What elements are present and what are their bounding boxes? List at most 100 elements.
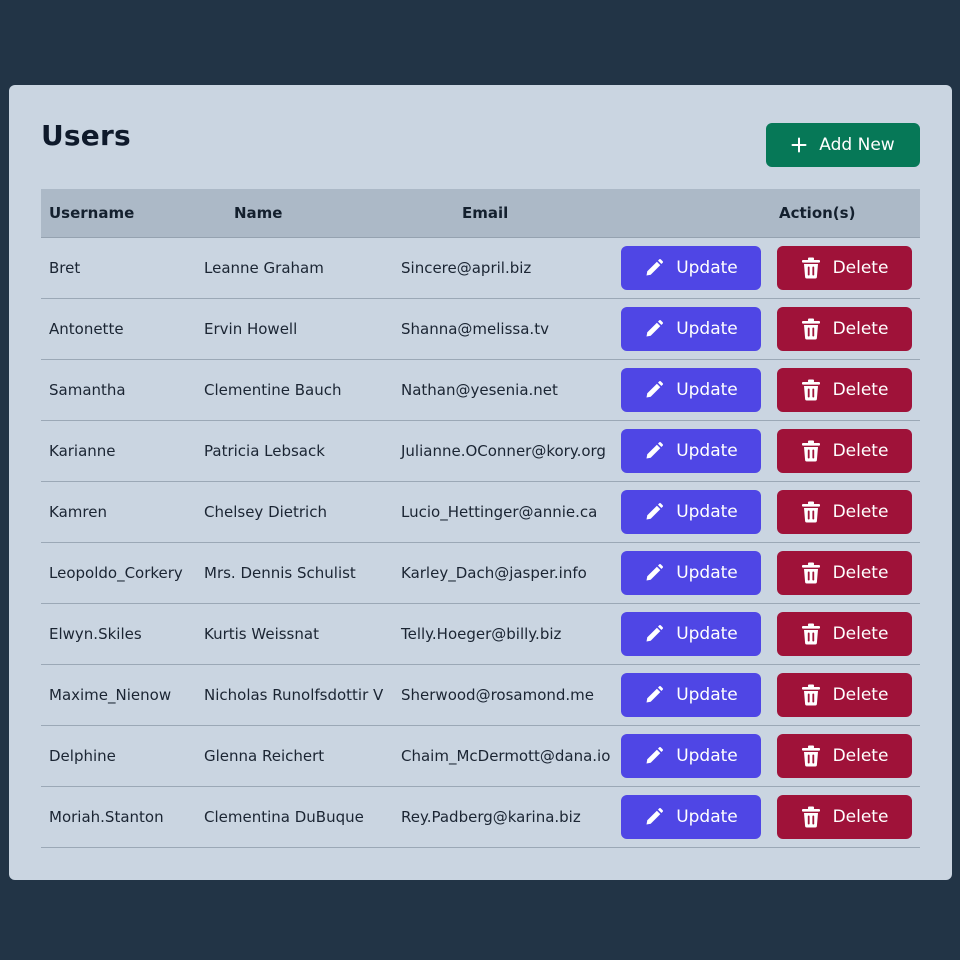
trash-icon xyxy=(801,684,821,706)
cell-username: Antonette xyxy=(49,320,124,338)
header-username: Username xyxy=(49,204,135,222)
delete-button[interactable]: Delete xyxy=(777,734,912,778)
header-actions: Action(s) xyxy=(779,204,856,222)
pencil-icon xyxy=(644,563,664,583)
add-new-button[interactable]: Add New xyxy=(766,123,920,167)
delete-label: Delete xyxy=(832,563,889,583)
cell-name: Nicholas Runolfsdottir V xyxy=(204,686,384,704)
table-row: Maxime_Nienow Nicholas Runolfsdottir V She… xyxy=(41,665,920,726)
delete-button[interactable]: Delete xyxy=(777,795,912,839)
delete-button[interactable]: Delete xyxy=(777,490,912,534)
trash-icon xyxy=(801,379,821,401)
add-new-label: Add New xyxy=(819,135,895,155)
update-label: Update xyxy=(676,502,738,522)
update-button[interactable]: Update xyxy=(621,429,761,473)
cell-username: Bret xyxy=(49,259,81,277)
cell-name: Kurtis Weissnat xyxy=(204,625,319,643)
update-label: Update xyxy=(676,441,738,461)
cell-email: Sherwood@rosamond.me xyxy=(401,686,595,704)
update-button[interactable]: Update xyxy=(621,368,761,412)
cell-name: Ervin Howell xyxy=(204,320,298,338)
users-card: Users Add New Username Name Email Action… xyxy=(9,85,952,880)
cell-name: Leanne Graham xyxy=(204,259,324,277)
trash-icon xyxy=(801,501,821,523)
cell-email: Telly.Hoeger@billy.biz xyxy=(401,625,562,643)
cell-username: Elwyn.Skiles xyxy=(49,625,142,643)
table-row: Leopoldo_Corkery Mrs. Dennis Schulist Karl… xyxy=(41,543,920,604)
header-email: Email xyxy=(462,204,509,222)
trash-icon xyxy=(801,440,821,462)
delete-button[interactable]: Delete xyxy=(777,551,912,595)
table-row: Karianne Patricia Lebsack Julianne.OConner… xyxy=(41,421,920,482)
delete-button[interactable]: Delete xyxy=(777,246,912,290)
table-row: Elwyn.Skiles Kurtis Weissnat Telly.Hoeger@… xyxy=(41,604,920,665)
pencil-icon xyxy=(644,258,664,278)
trash-icon xyxy=(801,623,821,645)
delete-label: Delete xyxy=(832,685,889,705)
delete-label: Delete xyxy=(832,502,889,522)
cell-name: Clementina DuBuque xyxy=(204,808,364,826)
update-button[interactable]: Update xyxy=(621,307,761,351)
cell-email: Chaim_McDermott@dana.io xyxy=(401,747,611,765)
trash-icon xyxy=(801,257,821,279)
update-label: Update xyxy=(676,563,738,583)
delete-button[interactable]: Delete xyxy=(777,612,912,656)
delete-button[interactable]: Delete xyxy=(777,673,912,717)
cell-name: Chelsey Dietrich xyxy=(204,503,327,521)
delete-label: Delete xyxy=(832,441,889,461)
pencil-icon xyxy=(644,441,664,461)
cell-name: Glenna Reichert xyxy=(204,747,325,765)
update-button[interactable]: Update xyxy=(621,612,761,656)
table-row: Samantha Clementine Bauch Nathan@yesenia.n… xyxy=(41,360,920,421)
update-button[interactable]: Update xyxy=(621,246,761,290)
cell-email: Julianne.OConner@kory.org xyxy=(401,442,606,460)
pencil-icon xyxy=(644,319,664,339)
cell-email: Rey.Padberg@karina.biz xyxy=(401,808,581,826)
update-label: Update xyxy=(676,685,738,705)
table-row: Kamren Chelsey Dietrich Lucio_Hettinger@an… xyxy=(41,482,920,543)
pencil-icon xyxy=(644,746,664,766)
pencil-icon xyxy=(644,380,664,400)
cell-username: Moriah.Stanton xyxy=(49,808,164,826)
table-row: Moriah.Stanton Clementina DuBuque Rey.Padb… xyxy=(41,787,920,848)
trash-icon xyxy=(801,806,821,828)
cell-name: Patricia Lebsack xyxy=(204,442,325,460)
users-table: Username Name Email Action(s) Bret Leanne… xyxy=(41,189,920,848)
table-row: Delphine Glenna Reichert Chaim_McDermott@d… xyxy=(41,726,920,787)
update-label: Update xyxy=(676,380,738,400)
delete-label: Delete xyxy=(832,258,889,278)
trash-icon xyxy=(801,318,821,340)
cell-email: Shanna@melissa.tv xyxy=(401,320,549,338)
delete-label: Delete xyxy=(832,380,889,400)
cell-username: Delphine xyxy=(49,747,116,765)
update-button[interactable]: Update xyxy=(621,795,761,839)
cell-email: Karley_Dach@jasper.info xyxy=(401,564,587,582)
update-button[interactable]: Update xyxy=(621,673,761,717)
delete-button[interactable]: Delete xyxy=(777,368,912,412)
pencil-icon xyxy=(644,502,664,522)
pencil-icon xyxy=(644,685,664,705)
trash-icon xyxy=(801,745,821,767)
cell-username: Samantha xyxy=(49,381,126,399)
delete-label: Delete xyxy=(832,807,889,827)
delete-button[interactable]: Delete xyxy=(777,429,912,473)
update-button[interactable]: Update xyxy=(621,734,761,778)
update-label: Update xyxy=(676,807,738,827)
delete-label: Delete xyxy=(832,319,889,339)
pencil-icon xyxy=(644,624,664,644)
trash-icon xyxy=(801,562,821,584)
cell-username: Karianne xyxy=(49,442,116,460)
update-button[interactable]: Update xyxy=(621,551,761,595)
cell-name: Clementine Bauch xyxy=(204,381,342,399)
update-button[interactable]: Update xyxy=(621,490,761,534)
cell-email: Lucio_Hettinger@annie.ca xyxy=(401,503,598,521)
table-row: Antonette Ervin Howell Shanna@melissa.tv Up… xyxy=(41,299,920,360)
cell-name: Mrs. Dennis Schulist xyxy=(204,564,356,582)
cell-username: Leopoldo_Corkery xyxy=(49,564,183,582)
cell-username: Kamren xyxy=(49,503,107,521)
update-label: Update xyxy=(676,258,738,278)
delete-button[interactable]: Delete xyxy=(777,307,912,351)
delete-label: Delete xyxy=(832,746,889,766)
table-row: Bret Leanne Graham Sincere@april.biz Update… xyxy=(41,238,920,299)
table-header: Username Name Email Action(s) xyxy=(41,189,920,238)
